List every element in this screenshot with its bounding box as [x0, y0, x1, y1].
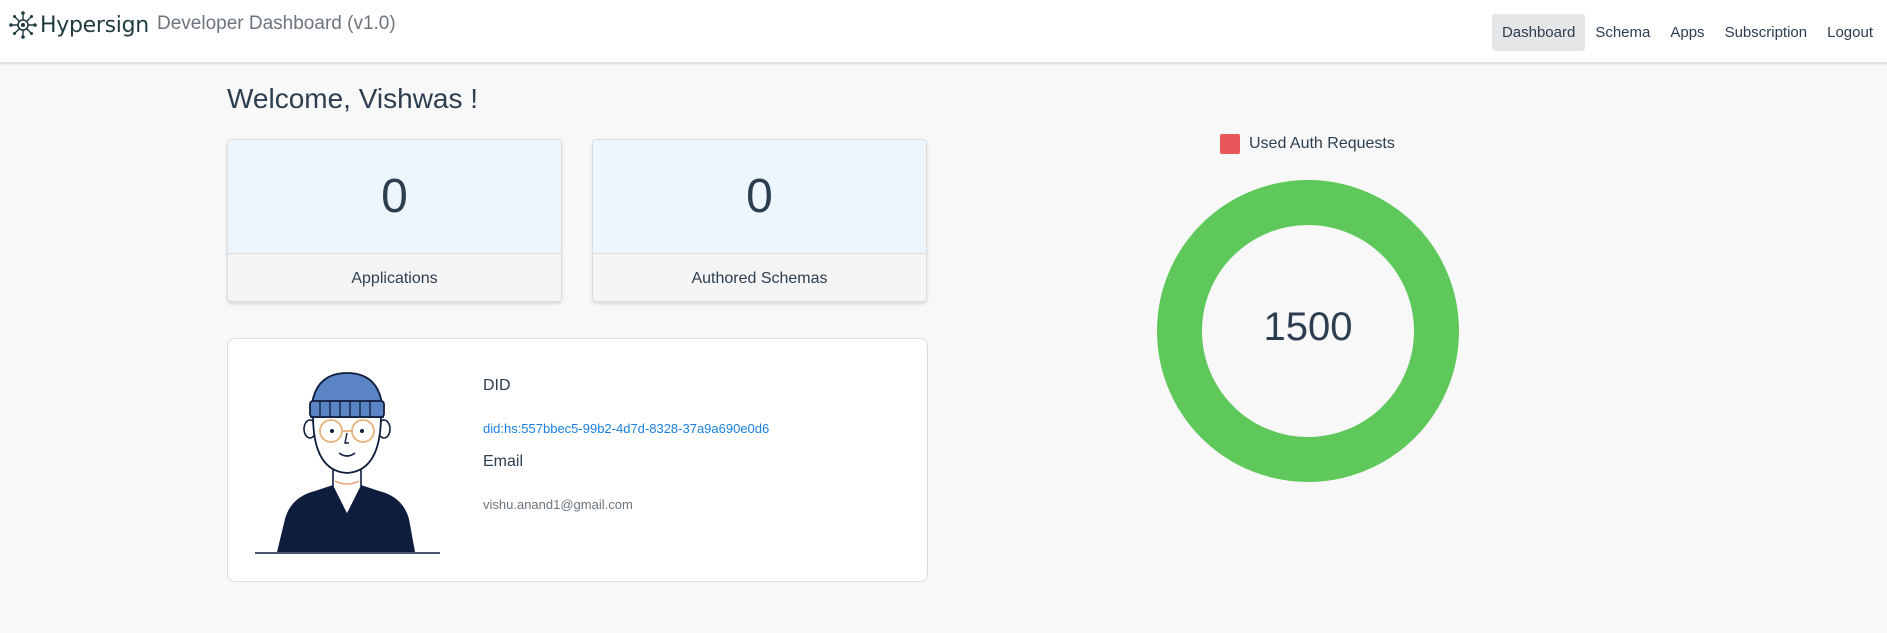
- did-label: DID: [483, 377, 511, 394]
- user-avatar-illustration: [255, 372, 440, 554]
- hypersign-logo-icon: [9, 11, 37, 39]
- legend-swatch-used-auth-requests: [1220, 134, 1240, 154]
- applications-count: 0: [228, 140, 561, 253]
- donut-center-value: 1500: [1263, 304, 1353, 349]
- nav-dashboard[interactable]: Dashboard: [1491, 14, 1586, 51]
- email-value: vishu.anand1@gmail.com: [483, 497, 633, 512]
- brand-wordmark: Hypersign: [40, 12, 149, 38]
- email-label: Email: [483, 453, 524, 470]
- nav-subscription[interactable]: Subscription: [1715, 14, 1818, 51]
- chart-legend[interactable]: Used Auth Requests: [1220, 134, 1395, 154]
- did-value[interactable]: did:hs:557bbec5-99b2-4d7d-8328-37a9a690e…: [483, 421, 769, 436]
- app-title: Developer Dashboard (v1.0): [157, 13, 396, 34]
- nav-apps[interactable]: Apps: [1660, 14, 1714, 51]
- applications-card[interactable]: 0 Applications: [227, 139, 562, 302]
- top-navbar: Hypersign Developer Dashboard (v1.0) Das…: [0, 0, 1887, 64]
- nav-schema[interactable]: Schema: [1585, 14, 1660, 51]
- authored-schemas-count: 0: [593, 140, 926, 253]
- welcome-heading: Welcome, Vishwas !: [227, 83, 479, 114]
- applications-label: Applications: [228, 253, 561, 301]
- main-nav: Dashboard Schema Apps Subscription Logou…: [1491, 14, 1883, 51]
- authored-schemas-card[interactable]: 0 Authored Schemas: [592, 139, 927, 302]
- authored-schemas-label: Authored Schemas: [593, 253, 926, 301]
- brand[interactable]: Hypersign: [8, 10, 149, 40]
- legend-label-used-auth-requests: Used Auth Requests: [1249, 135, 1395, 152]
- auth-requests-donut-chart: 1500: [1157, 180, 1459, 482]
- profile-card: DID did:hs:557bbec5-99b2-4d7d-8328-37a9a…: [227, 338, 928, 582]
- nav-logout[interactable]: Logout: [1817, 14, 1883, 51]
